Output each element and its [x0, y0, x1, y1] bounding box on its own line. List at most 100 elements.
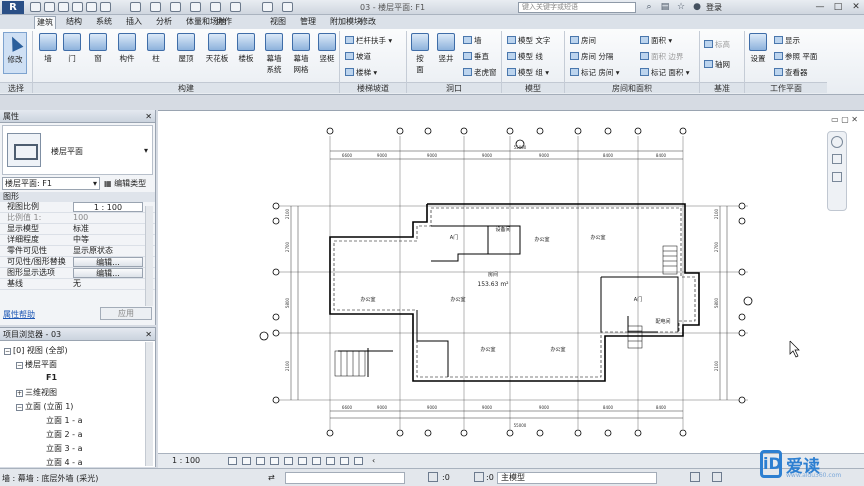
railing-button[interactable]: 栏杆扶手 ▾	[345, 35, 392, 46]
close-button[interactable]: ✕	[848, 1, 864, 13]
shadows-icon[interactable]	[270, 457, 279, 465]
worksharing-icon[interactable]	[340, 457, 349, 465]
view-scale-field[interactable]: 1 : 100	[73, 202, 143, 212]
workset-dropdown[interactable]	[285, 472, 405, 484]
tree-item-elevation-4[interactable]: 立面 4 - a	[46, 457, 83, 468]
build-group-label[interactable]: 构建	[33, 82, 339, 93]
editable-only-icon[interactable]	[428, 472, 438, 482]
sun-path-icon[interactable]	[256, 457, 265, 465]
tab-annotate[interactable]: 分析	[154, 16, 174, 29]
open-icon[interactable]	[30, 2, 41, 12]
analytical-model-icon[interactable]	[354, 457, 363, 465]
print-icon[interactable]	[100, 2, 111, 12]
model-group-label[interactable]: 模型	[502, 82, 564, 93]
select-group-label[interactable]: 选择	[0, 82, 32, 93]
level-button[interactable]: 标高	[704, 39, 730, 50]
type-selector[interactable]: 楼层平面 ▾	[2, 125, 153, 175]
view-scale-button[interactable]: 1 : 100	[172, 456, 200, 465]
component-button[interactable]: 构件	[115, 33, 139, 64]
text-icon[interactable]	[190, 2, 201, 12]
detail-level-icon[interactable]	[228, 457, 237, 465]
app-menu-button[interactable]: R	[2, 1, 24, 14]
dormer-button[interactable]: 老虎窗	[463, 67, 497, 78]
wall-opening-button[interactable]: 墙	[463, 35, 482, 46]
switch-windows-icon[interactable]	[282, 2, 293, 12]
tree-item-views[interactable]: − [0] 视图 (全部)	[4, 345, 68, 356]
dimension-icon[interactable]	[150, 2, 161, 12]
shaft-button[interactable]: 竖井	[434, 33, 458, 64]
subscription-icon[interactable]: ▤	[660, 2, 670, 12]
tag-icon[interactable]	[170, 2, 181, 12]
tag-area-button[interactable]: 标记 面积 ▾	[640, 67, 690, 78]
viewer-button[interactable]: 查看器	[774, 67, 808, 78]
mullion-button[interactable]: 竖梃	[316, 33, 338, 64]
visual-style-icon[interactable]	[242, 457, 251, 465]
show-crop-icon[interactable]	[298, 457, 307, 465]
maximize-button[interactable]: □	[830, 1, 846, 13]
tree-item-3d-views[interactable]: + 三维视图	[16, 387, 57, 398]
undo-icon[interactable]	[72, 2, 83, 12]
model-text-button[interactable]: 模型 文字	[507, 35, 550, 46]
set-work-plane-button[interactable]: 设置	[748, 33, 768, 64]
curtain-grid-button[interactable]: 幕墙 网格	[289, 33, 313, 75]
ceiling-button[interactable]: 天花板	[202, 33, 232, 64]
tab-systems[interactable]: 系统	[94, 16, 114, 29]
chevron-down-icon[interactable]: ▾	[144, 146, 148, 155]
collapse-icon[interactable]: −	[16, 362, 23, 369]
tab-massing-site[interactable]: 协作	[214, 16, 234, 29]
close-icon[interactable]: ✕	[145, 328, 152, 341]
sync-icon[interactable]	[58, 2, 69, 12]
collapse-icon[interactable]: −	[4, 348, 11, 355]
ramp-button[interactable]: 坡道	[345, 51, 371, 62]
tree-item-elevations[interactable]: − 立面 (立面 1)	[16, 401, 73, 412]
tag-room-button[interactable]: 标记 房间 ▾	[570, 67, 620, 78]
roof-button[interactable]: 屋顶	[174, 33, 198, 64]
tree-item-elevation-2[interactable]: 立面 2 - a	[46, 429, 83, 440]
opening-by-face-button[interactable]: 按 面	[410, 33, 430, 75]
section-icon[interactable]	[230, 2, 241, 12]
room-separator-button[interactable]: 房间 分隔	[570, 51, 613, 62]
exclude-options-icon[interactable]	[690, 472, 700, 482]
login-link[interactable]: 登录	[706, 2, 722, 13]
binoculars-icon[interactable]: ⌕	[644, 2, 654, 12]
modify-button[interactable]: 修改	[3, 32, 27, 74]
drawing-area[interactable]: ▭ ▢ ✕ 6600 9000 9000 9000 9000 8400 8400…	[158, 110, 864, 453]
crop-view-icon[interactable]	[284, 457, 293, 465]
work-plane-group-label[interactable]: 工作平面	[745, 82, 827, 93]
search-input[interactable]: 键入关键字或短语	[518, 2, 636, 13]
design-options-icon[interactable]	[474, 472, 484, 482]
tab-structure[interactable]: 结构	[64, 16, 84, 29]
properties-help-link[interactable]: 属性帮助	[3, 309, 35, 320]
star-icon[interactable]: ☆	[676, 2, 686, 12]
grid-button[interactable]: 轴网	[704, 59, 730, 70]
ref-plane-button[interactable]: 参照 平面	[774, 51, 817, 62]
minimize-button[interactable]: —	[812, 1, 828, 13]
filter-icon[interactable]	[712, 472, 722, 482]
close-icon[interactable]: ✕	[145, 110, 152, 123]
window-button[interactable]: 窗	[88, 33, 108, 64]
expand-icon[interactable]: +	[16, 390, 23, 397]
edit-type-button[interactable]: ▦ 编辑类型	[104, 177, 146, 190]
reveal-hidden-icon[interactable]	[326, 457, 335, 465]
vertical-opening-button[interactable]: 垂直	[463, 51, 489, 62]
datum-group-label[interactable]: 基准	[700, 82, 744, 93]
temporary-hide-icon[interactable]	[312, 457, 321, 465]
room-button[interactable]: 房间	[570, 35, 596, 46]
thin-lines-icon[interactable]	[262, 2, 273, 12]
redo-icon[interactable]	[86, 2, 97, 12]
measure-icon[interactable]	[130, 2, 141, 12]
curtain-system-button[interactable]: 幕墙 系统	[262, 33, 286, 75]
tab-addins[interactable]: 修改	[358, 16, 378, 29]
worksets-icon[interactable]: ⇄	[268, 473, 275, 482]
show-work-plane-button[interactable]: 显示	[774, 35, 800, 46]
tree-item-elevation-3[interactable]: 立面 3 - a	[46, 443, 83, 454]
instance-dropdown[interactable]: 楼层平面: F1 ▾	[2, 177, 100, 190]
tab-view[interactable]: 管理	[298, 16, 318, 29]
tab-insert[interactable]: 插入	[124, 16, 144, 29]
section-header[interactable]: 图形	[0, 192, 155, 202]
area-boundary-button[interactable]: 面积 边界	[640, 51, 683, 62]
user-icon[interactable]: ●	[692, 2, 702, 12]
apply-button[interactable]: 应用	[100, 307, 152, 320]
model-line-button[interactable]: 模型 线	[507, 51, 543, 62]
browser-scrollbar[interactable]	[145, 342, 153, 466]
